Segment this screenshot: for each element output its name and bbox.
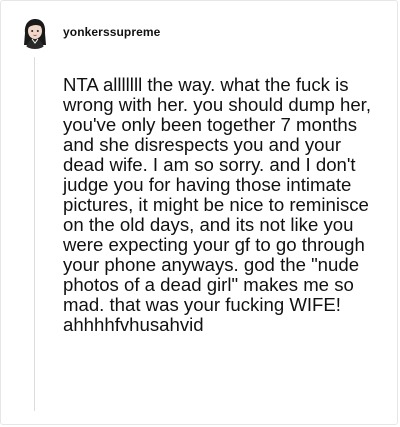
comment-body: NTA alllllll the way. what the fuck is w…	[63, 74, 372, 335]
avatar-girl-icon	[18, 15, 52, 49]
post-card: yonkerssupreme NTA alllllll the way. wha…	[0, 0, 398, 425]
avatar[interactable]	[18, 15, 52, 49]
thread-line	[34, 57, 35, 411]
author-username[interactable]: yonkerssupreme	[63, 25, 160, 39]
